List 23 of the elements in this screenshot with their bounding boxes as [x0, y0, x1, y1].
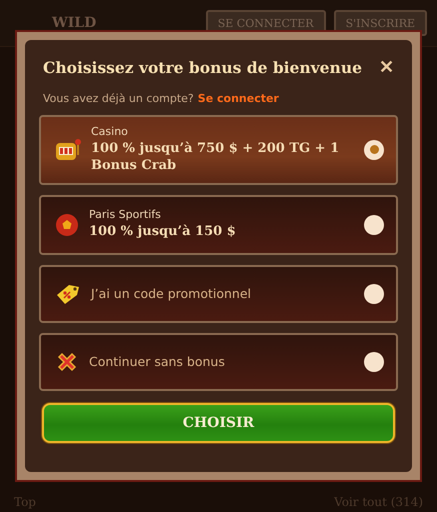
modal-title: Choisissez votre bonus de bienvenue [43, 58, 362, 76]
option-label: Continuer sans bonus [89, 354, 226, 370]
option-category: Paris Sportifs [89, 208, 162, 222]
tag-icon [55, 282, 81, 305]
bonus-option[interactable]: Continuer sans bonus [39, 332, 398, 391]
bonus-option[interactable]: Paris Sportifs 100 % jusqu’à 150 $ [39, 194, 398, 255]
slot-machine-icon [55, 138, 81, 162]
radio-button[interactable] [364, 284, 384, 304]
ball-icon [55, 212, 79, 237]
logo[interactable]: WILD [32, 15, 96, 31]
login-link[interactable]: Se connecter [198, 92, 279, 105]
option-offer: 100 % jusqu’à 150 $ [89, 224, 237, 242]
radio-button[interactable] [364, 352, 384, 372]
bonus-option[interactable]: J’ai un code promotionnel [39, 264, 398, 323]
option-label: J’ai un code promotionnel [91, 286, 252, 302]
radio-button[interactable] [364, 214, 384, 235]
choose-button[interactable]: CHOISIR [42, 402, 395, 443]
option-offer: 100 % jusqu’à 750 $ + 200 TG + 1 Bonus Crab [91, 141, 340, 175]
close-button[interactable]: ✕ [375, 56, 398, 78]
bonus-option[interactable]: Casino 100 % jusqu’à 750 $ + 200 TG + 1 Bonus Crab [39, 115, 398, 185]
option-category: Casino [91, 125, 129, 138]
account-prompt: Vous avez déjà un compte? [43, 92, 194, 105]
radio-button[interactable] [364, 140, 384, 160]
